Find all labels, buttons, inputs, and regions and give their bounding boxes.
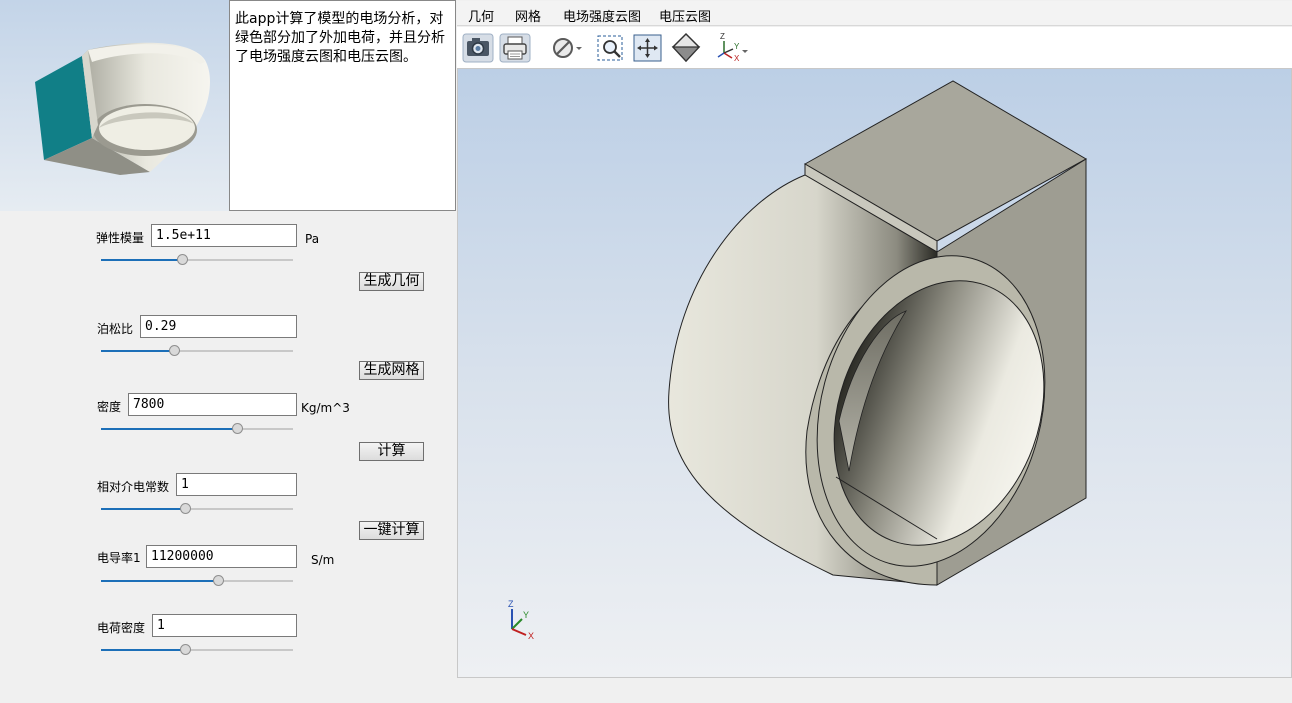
axis-x-label: X <box>528 631 534 641</box>
poisson-ratio-input[interactable]: 0.29 <box>140 315 297 338</box>
one-click-compute-button[interactable]: 一键计算 <box>359 521 424 540</box>
model-viewport[interactable]: Z Y X <box>457 68 1292 678</box>
preview-model-image <box>35 42 210 175</box>
density-label: 密度 <box>97 400 122 414</box>
tab-geometry[interactable]: 几何 <box>468 6 494 25</box>
slider-thumb[interactable] <box>180 644 192 655</box>
elastic-modulus-unit: Pa <box>305 232 320 246</box>
zoom-box-icon[interactable] <box>595 31 627 64</box>
axis-z-label: Z <box>508 599 514 609</box>
svg-text:Z: Z <box>720 32 725 41</box>
slider-thumb[interactable] <box>168 345 180 356</box>
hide-icon[interactable] <box>550 31 584 64</box>
generate-mesh-button[interactable]: 生成网格 <box>359 361 424 380</box>
status-bar <box>457 678 1292 703</box>
compute-button[interactable]: 计算 <box>359 442 424 461</box>
slider-thumb[interactable] <box>232 423 244 434</box>
tab-voltage[interactable]: 电压云图 <box>659 6 711 25</box>
view-cube-icon[interactable] <box>670 31 702 64</box>
viewer-toolbar: Z Y X <box>457 27 1292 68</box>
poisson-ratio-slider[interactable] <box>101 345 293 357</box>
elastic-modulus-label: 弹性模量 <box>96 231 145 245</box>
axis-orientation-icon[interactable]: Z Y X <box>713 31 749 64</box>
conductivity-unit: S/m <box>311 553 335 567</box>
svg-text:X: X <box>734 54 740 63</box>
view-tabs: 几何 网格 电场强度云图 电压云图 <box>457 1 1292 26</box>
charge-density-input[interactable]: 1 <box>152 614 297 637</box>
tab-field-strength[interactable]: 电场强度云图 <box>563 6 641 25</box>
conductivity-input[interactable]: 11200000 <box>146 545 297 568</box>
model-render: Z Y X <box>508 80 1088 641</box>
permittivity-slider[interactable] <box>101 503 293 515</box>
density-slider[interactable] <box>101 423 293 435</box>
slider-thumb[interactable] <box>176 254 188 265</box>
axis-y-label: Y <box>523 610 529 620</box>
app-description: 此app计算了模型的电场分析，对绿色部分加了外加电荷，并且分析了电场强度云图和电… <box>229 0 456 211</box>
print-icon[interactable] <box>499 31 531 64</box>
elastic-modulus-slider[interactable] <box>101 254 293 266</box>
charge-density-slider[interactable] <box>101 644 293 656</box>
tab-mesh[interactable]: 网格 <box>515 6 541 25</box>
slider-thumb[interactable] <box>180 503 192 514</box>
conductivity-label: 电导率1 <box>97 551 141 565</box>
conductivity-slider[interactable] <box>101 575 293 587</box>
svg-text:Y: Y <box>734 42 740 51</box>
app-window: 此app计算了模型的电场分析，对绿色部分加了外加电荷，并且分析了电场强度云图和电… <box>0 0 1292 703</box>
poisson-ratio-label: 泊松比 <box>97 322 134 336</box>
permittivity-label: 相对介电常数 <box>97 480 170 494</box>
slider-thumb[interactable] <box>213 575 225 586</box>
camera-icon[interactable] <box>462 31 494 64</box>
generate-geometry-button[interactable]: 生成几何 <box>359 272 424 291</box>
density-unit: Kg/m^3 <box>301 401 350 415</box>
elastic-modulus-input[interactable]: 1.5e+11 <box>151 224 297 247</box>
charge-density-label: 电荷密度 <box>97 621 146 635</box>
permittivity-input[interactable]: 1 <box>176 473 297 496</box>
fit-view-icon[interactable] <box>632 31 664 64</box>
model-preview <box>0 0 229 211</box>
density-input[interactable]: 7800 <box>128 393 297 416</box>
axis-triad: Z Y X <box>508 599 534 641</box>
